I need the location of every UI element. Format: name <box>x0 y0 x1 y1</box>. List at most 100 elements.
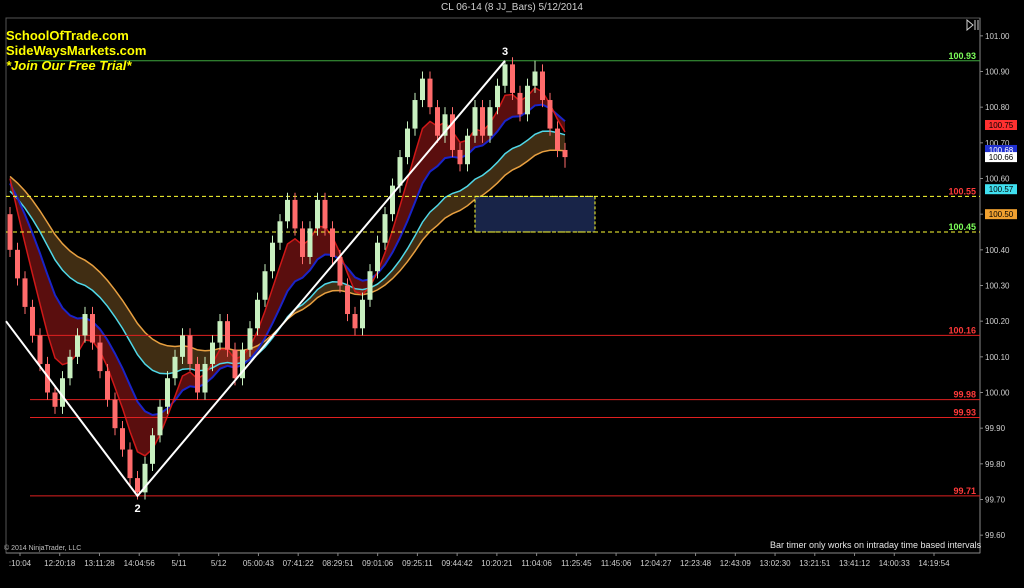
y-tick-label: 99.70 <box>985 496 1006 505</box>
price-level-label: 99.71 <box>953 486 976 496</box>
candle-body <box>105 371 110 400</box>
y-tick-label: 101.00 <box>985 32 1010 41</box>
candle-body <box>345 285 350 315</box>
price-level-label: 100.45 <box>948 222 976 232</box>
candle-body <box>225 321 230 350</box>
candle-body <box>307 228 313 257</box>
candle-body <box>30 306 35 336</box>
candle-body <box>127 449 133 479</box>
candle-body <box>337 256 343 286</box>
candle-body <box>502 64 508 86</box>
candle-body <box>457 149 463 165</box>
watermark-line: *Join Our Free Trial* <box>6 58 132 73</box>
chart-title: CL 06-14 (8 JJ_Bars) 5/12/2014 <box>441 2 583 13</box>
x-tick-label: 09:44:42 <box>442 559 474 568</box>
price-chart[interactable]: 100.93 100.55 100.45 100.16 99.98 99.93 99.71 2… <box>0 0 1024 588</box>
swing-label: 3 <box>502 46 508 58</box>
candle-body <box>195 363 200 393</box>
candle-body <box>405 128 410 158</box>
y-tick-label: 100.60 <box>985 175 1010 184</box>
supply-zone <box>474 195 596 233</box>
candle-body <box>277 221 283 243</box>
swing-label: 2 <box>134 503 140 515</box>
candle-body <box>82 314 88 336</box>
candle-body <box>22 278 28 307</box>
candle-body <box>330 228 335 257</box>
x-tick-label: 12:43:09 <box>720 559 752 568</box>
price-level-label: 100.16 <box>948 325 976 335</box>
candle-body <box>540 71 545 101</box>
candle-body <box>97 342 103 372</box>
candle-body <box>480 107 485 136</box>
candle-body <box>112 399 118 429</box>
candle-body <box>37 335 43 364</box>
candle-body <box>217 321 223 343</box>
candle-body <box>165 378 170 407</box>
price-level-label: 100.93 <box>948 51 976 61</box>
candle-body <box>247 328 253 350</box>
y-tick-label: 99.90 <box>985 424 1006 433</box>
x-tick-label: 12:04:27 <box>640 559 672 568</box>
x-tick-label: 14:00:33 <box>879 559 911 568</box>
pane-toggle-icon[interactable] <box>966 19 980 31</box>
y-tick-label: 100.30 <box>985 282 1010 291</box>
candle-body <box>52 392 58 407</box>
x-tick-label: 5/11 <box>171 559 187 568</box>
candle-body <box>412 100 418 129</box>
candle-body <box>15 249 20 279</box>
candle-body <box>435 107 440 136</box>
candle-body <box>255 299 260 329</box>
x-tick-label: 13:11:28 <box>84 559 115 568</box>
price-flag-label: 100.66 <box>989 153 1014 162</box>
candle-body <box>75 335 80 357</box>
x-tick-label: 12:20:18 <box>44 559 76 568</box>
x-tick-label: 12:23:48 <box>680 559 712 568</box>
candle-body <box>150 435 155 464</box>
candle-body <box>300 228 305 257</box>
x-tick-label: :10:04 <box>9 559 32 568</box>
watermark-line: SchoolOfTrade.com <box>6 28 129 43</box>
y-tick-label: 99.80 <box>985 460 1006 469</box>
candle-body <box>172 356 178 379</box>
candle-body <box>367 271 373 300</box>
price-level-label: 99.93 <box>953 407 976 417</box>
y-tick-label: 100.90 <box>985 68 1010 77</box>
candle-body <box>487 107 493 136</box>
candle-body <box>427 78 433 108</box>
candle-body <box>7 214 13 250</box>
candle-body <box>525 85 530 115</box>
x-tick-label: 11:45:06 <box>601 559 632 568</box>
x-tick-label: 05:00:43 <box>243 559 275 568</box>
candle-body <box>180 335 185 357</box>
candle-body <box>135 478 140 493</box>
y-tick-label: 100.10 <box>985 353 1010 362</box>
copyright-text: © 2014 NinjaTrader, LLC <box>4 545 82 552</box>
y-tick-label: 100.80 <box>985 103 1010 112</box>
price-level-label: 99.98 <box>953 390 976 400</box>
x-tick-label: 09:25:11 <box>402 559 433 568</box>
candle-body <box>67 356 73 379</box>
candle-body <box>262 271 268 300</box>
price-flag-label: 100.75 <box>989 121 1014 130</box>
candle-body <box>120 428 125 450</box>
candle-body <box>495 85 500 108</box>
candle-body <box>555 128 560 150</box>
x-tick-label: 5/12 <box>211 559 227 568</box>
candle-body <box>352 314 358 329</box>
price-flag-label: 100.57 <box>989 185 1014 194</box>
price-flag-label: 100.50 <box>989 210 1014 219</box>
candle-body <box>510 64 515 93</box>
candle-body <box>465 135 470 165</box>
x-tick-label: 07:41:22 <box>283 559 315 568</box>
x-tick-label: 08:29:51 <box>322 559 354 568</box>
x-tick-label: 14:19:54 <box>918 559 950 568</box>
candle-body <box>360 299 365 329</box>
price-level-label: 100.55 <box>948 186 976 196</box>
x-tick-label: 14:04:56 <box>124 559 156 568</box>
candle-body <box>517 92 523 115</box>
candle-body <box>375 242 380 272</box>
candle-body <box>232 349 238 379</box>
candle-body <box>270 242 275 272</box>
candle-body <box>390 185 395 215</box>
x-tick-label: 11:04:06 <box>521 559 552 568</box>
